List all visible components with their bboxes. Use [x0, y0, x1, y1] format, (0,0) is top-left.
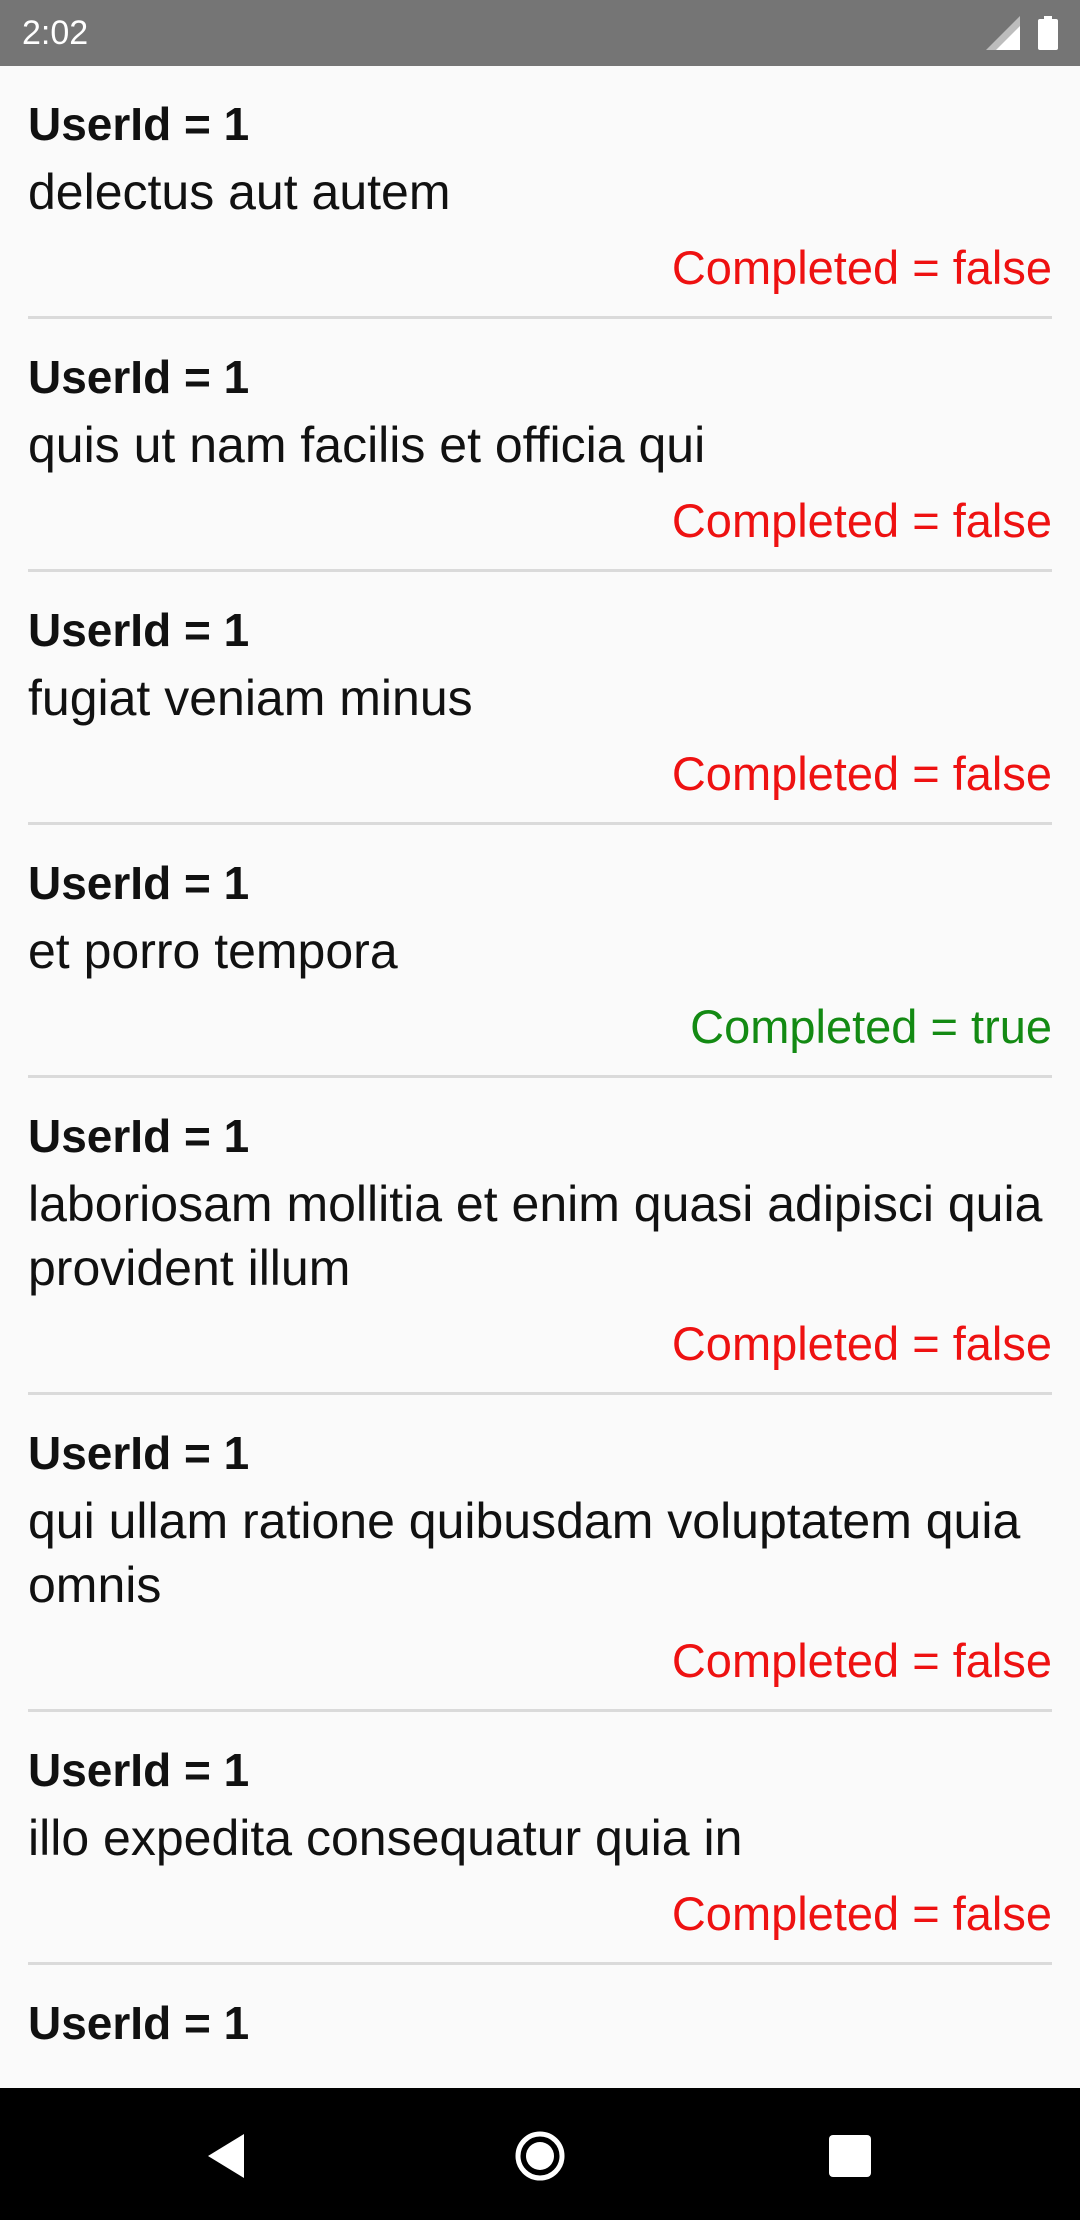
- status-icons: [972, 16, 1058, 50]
- item-completed-status: Completed = false: [671, 1317, 1052, 1370]
- item-title: laboriosam mollitia et enim quasi adipis…: [28, 1176, 1043, 1296]
- item-userid: UserId = 1: [28, 1110, 250, 1162]
- list-item[interactable]: UserId = 1 qui ullam ratione quibusdam vo…: [28, 1395, 1052, 1712]
- status-bar: 2:02: [0, 0, 1080, 66]
- item-title: fugiat veniam minus: [28, 670, 473, 726]
- item-completed-status: Completed = false: [671, 1887, 1052, 1940]
- list-item[interactable]: UserId = 1 quis ut nam facilis et officia…: [28, 319, 1052, 572]
- item-completed-status: Completed = false: [671, 241, 1052, 294]
- item-title: delectus aut autem: [28, 164, 451, 220]
- home-icon[interactable]: [512, 2128, 568, 2184]
- item-userid: UserId = 1: [28, 857, 250, 909]
- item-title: et porro tempora: [28, 923, 398, 979]
- item-completed-status: Completed = true: [690, 1000, 1052, 1053]
- status-time: 2:02: [22, 14, 89, 52]
- item-completed-status: Completed = false: [671, 1634, 1052, 1687]
- list-item[interactable]: UserId = 1 illo expedita consequatur quia…: [28, 1712, 1052, 1965]
- list-item[interactable]: UserId = 1 fugiat veniam minus Completed =…: [28, 572, 1052, 825]
- item-userid: UserId = 1: [28, 1997, 250, 2049]
- battery-icon: [1038, 16, 1058, 50]
- list-item[interactable]: UserId = 1 et porro tempora Completed = tr…: [28, 825, 1052, 1078]
- back-icon[interactable]: [200, 2128, 256, 2184]
- item-completed-status: Completed = false: [671, 747, 1052, 800]
- item-userid: UserId = 1: [28, 1427, 250, 1479]
- item-title: quis ut nam facilis et officia qui: [28, 417, 706, 473]
- list-item[interactable]: UserId = 1quo adipisci enim quam ut abCo…: [28, 1965, 1052, 2054]
- item-completed-status: Completed = false: [671, 494, 1052, 547]
- list-item[interactable]: UserId = 1 delectus aut autem Completed = …: [28, 66, 1052, 319]
- item-userid: UserId = 1: [28, 1744, 250, 1796]
- item-title: qui ullam ratione quibusdam voluptatem q…: [28, 1493, 1021, 1613]
- recents-icon[interactable]: [822, 2128, 878, 2184]
- item-title: illo expedita consequatur quia in: [28, 1810, 743, 1866]
- todo-list[interactable]: UserId = 1 delectus aut autem Completed = …: [0, 66, 1080, 2054]
- item-userid: UserId = 1: [28, 604, 250, 656]
- navigation-bar: [0, 2088, 1080, 2220]
- list-item[interactable]: UserId = 1 laboriosam mollitia et enim qu…: [28, 1078, 1052, 1395]
- signal-icon: [985, 16, 1020, 50]
- item-userid: UserId = 1: [28, 351, 250, 403]
- item-userid: UserId = 1: [28, 98, 250, 150]
